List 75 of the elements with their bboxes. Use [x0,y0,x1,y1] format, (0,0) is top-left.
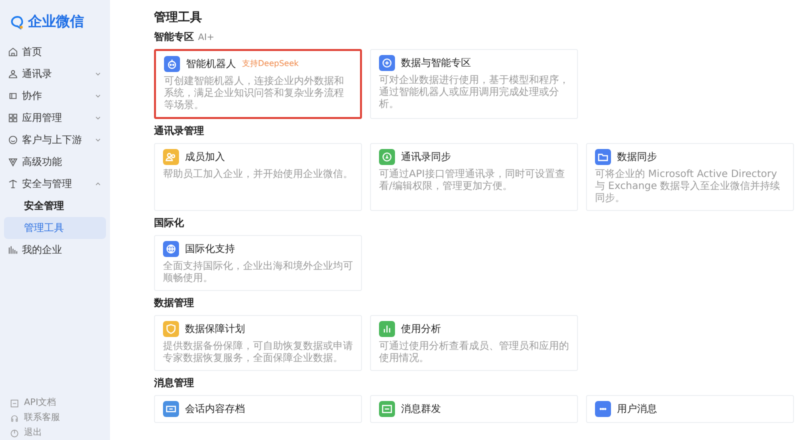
section-title: 国际化 [154,218,184,230]
card-title: 数据保障计划 [185,322,245,336]
power-icon [10,429,19,438]
card-title: 会话内容存档 [185,402,245,416]
card-title: 消息群发 [401,402,441,416]
app-icon [163,401,179,417]
panel-icon [8,91,18,101]
nav-item[interactable]: 首页 [4,41,106,63]
card-description: 可将企业的 Microsoft Active Directory 与 Exchange 数据导入至企业微信并持续同步。 [595,169,782,205]
card-title: 用户消息 [617,402,657,416]
bars-icon [8,245,18,255]
chevron-down-icon [94,92,102,100]
nav-item[interactable]: 协作 [4,85,106,107]
app-icon [164,56,180,72]
logo-text: 企业微信 [28,13,84,32]
card-description: 提供数据备份保障，可自助恢复数据或申请专家数据恢复服务，全面保障企业数据。 [163,341,353,365]
app-icon [163,321,179,337]
people-icon [8,69,18,79]
card-description: 可对企业数据进行使用，基于模型和程序，通过智能机器人或应用调用完成处理或分析。 [379,75,569,111]
chevron-down-icon [94,70,102,78]
card-title: 智能机器人 [186,58,236,72]
tool-card[interactable]: 数据保障计划 提供数据备份保障，可自助恢复数据或申请专家数据恢复服务，全面保障企业数据。 [154,315,362,371]
card-title: 成员加入 [185,150,225,164]
home-icon [8,47,18,57]
tool-card[interactable]: 数据同步 可将企业的 Microsoft Active Directory 与 Exchange 数据导入至企业微信并持续同步。 [586,143,794,211]
card-description: 可通过API接口管理通讯录，同时可设置查看/编辑权限，管理更加方便。 [379,169,566,193]
nav-item[interactable]: 高级功能 [4,151,106,173]
support-note: 支持DeepSeek [242,58,299,70]
card-title: 国际化支持 [185,242,235,256]
app-icon [595,401,611,417]
logo-icon [10,15,25,30]
nav-item[interactable]: 通讯录 [4,63,106,85]
card-title: 数据与智能专区 [401,56,471,70]
nav-item[interactable]: 安全与管理 [4,173,106,195]
tool-card[interactable]: 消息群发 [370,395,578,423]
tool-card[interactable]: 会话内容存档 [154,395,362,423]
chevron-down-icon [94,136,102,144]
chevron-down-icon [94,114,102,122]
document-icon [10,399,19,408]
page-title: 管理工具 [154,10,202,24]
tool-card[interactable]: 数据与智能专区 可对企业数据进行使用，基于模型和程序，通过智能机器人或应用调用完成处理或分析。 [370,49,578,119]
nav-item[interactable]: 客户与上下游 [4,129,106,151]
circle-icon [8,135,18,145]
card-description: 帮助员工加入企业，并开始使用企业微信。 [163,169,353,181]
tool-card[interactable]: 国际化支持 全面支持国际化，企业出海和境外企业均可顺畅使用。 [154,235,362,291]
app-icon [379,401,395,417]
app-icon [163,241,179,257]
app-icon [163,149,179,165]
nav-item[interactable]: 我的企业 [4,239,106,261]
card-description: 全面支持国际化，企业出海和境外企业均可顺畅使用。 [163,261,353,285]
card-title: 使用分析 [401,322,441,336]
section-suffix-label: AI+ [198,32,214,44]
section-title: 智能专区 [154,32,194,44]
tool-card[interactable]: 用户消息 [586,395,794,423]
section-title: 消息管理 [154,378,194,390]
card-title: 数据同步 [617,150,657,164]
tool-card[interactable]: 智能机器人 支持DeepSeek 可创建智能机器人，连接企业内外数据和系统，满足企业知识问答和复杂业务流程等场景。 [154,49,362,119]
grid-icon [8,113,18,123]
tool-card[interactable]: 通讯录同步 可通过API接口管理通讯录，同时可设置查看/编辑权限，管理更加方便。 [370,143,578,211]
tool-card[interactable]: 使用分析 可通过使用分析查看成员、管理员和应用的使用情况。 [370,315,578,371]
card-title: 通讯录同步 [401,150,451,164]
tool-card[interactable]: 成员加入 帮助员工加入企业，并开始使用企业微信。 [154,143,362,211]
nav-subitem[interactable]: 管理工具 [4,217,106,239]
section-title: 通讯录管理 [154,126,204,138]
app-icon [379,321,395,337]
app-icon [379,55,395,71]
nav-item[interactable]: 应用管理 [4,107,106,129]
card-description: 可创建智能机器人，连接企业内外数据和系统，满足企业知识问答和复杂业务流程等场景。 [164,76,345,112]
app-icon [595,149,611,165]
nav-subitem[interactable]: 安全管理 [4,195,106,217]
section-title: 数据管理 [154,298,194,310]
card-description: 可通过使用分析查看成员、管理员和应用的使用情况。 [379,341,569,365]
app-icon [379,149,395,165]
headset-icon [10,414,19,423]
chevron-up-icon [94,180,102,188]
